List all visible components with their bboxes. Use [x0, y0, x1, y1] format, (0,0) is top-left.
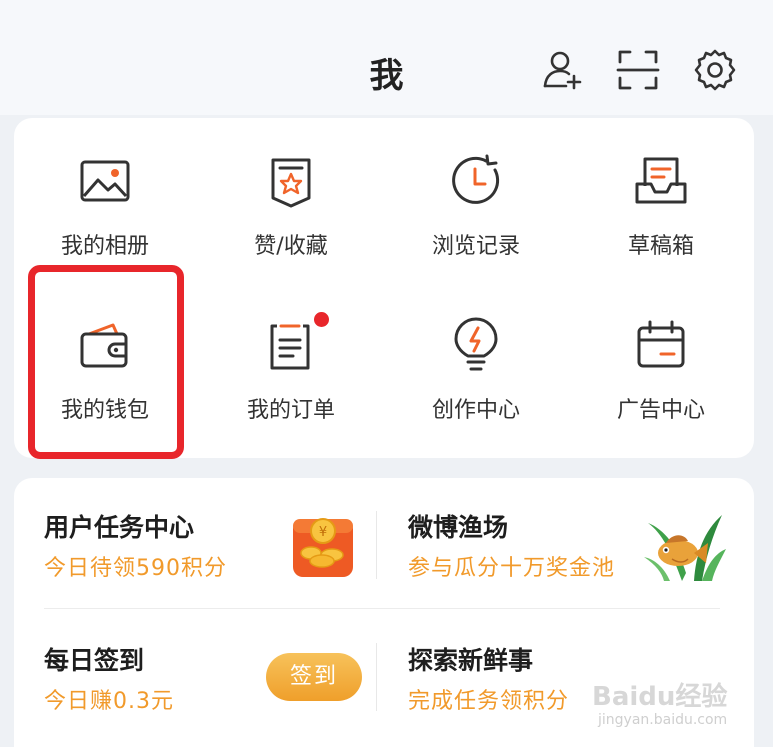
photo-album-icon	[80, 160, 130, 202]
checkin-subtitle: 今日赚0.3元	[44, 689, 174, 714]
drafts-inbox-icon	[635, 157, 687, 204]
sign-in-button[interactable]: 签到	[266, 653, 362, 701]
shortcut-my-orders[interactable]: 我的订单	[198, 316, 384, 424]
notification-dot	[314, 312, 329, 327]
shortcut-label: 我的订单	[246, 398, 335, 423]
shortcut-label: 我的相册	[60, 234, 149, 259]
highlight-box	[28, 265, 184, 459]
scan-icon[interactable]	[616, 48, 660, 92]
shortcut-drafts[interactable]: 草稿箱	[568, 152, 754, 260]
fishing-title[interactable]: 微博渔场	[408, 508, 508, 544]
shortcut-label: 赞/收藏	[254, 234, 328, 259]
fishing-subtitle: 参与瓜分十万奖金池	[408, 556, 616, 581]
task-center-title[interactable]: 用户任务中心	[44, 508, 194, 544]
coin-pouch-icon: ¥	[293, 518, 353, 577]
lightbulb-icon	[454, 317, 498, 371]
shortcut-label: 浏览记录	[431, 234, 520, 259]
like-favorite-icon	[271, 158, 311, 208]
shortcut-browse-history[interactable]: 浏览记录	[383, 152, 569, 260]
watermark-url: jingyan.baidu.com	[598, 712, 728, 728]
shortcut-likes-favorites[interactable]: 赞/收藏	[198, 152, 384, 260]
shortcut-label: 广告中心	[616, 398, 705, 423]
shortcut-my-album[interactable]: 我的相册	[12, 152, 198, 260]
explore-subtitle: 完成任务领积分	[408, 689, 570, 714]
divider	[44, 608, 720, 609]
explore-title[interactable]: 探索新鲜事	[408, 641, 533, 677]
shortcut-label: 草稿箱	[627, 234, 694, 259]
shortcut-creation-center[interactable]: 创作中心	[383, 316, 569, 424]
divider	[376, 511, 377, 579]
history-clock-icon	[452, 154, 500, 204]
shortcut-ad-center[interactable]: 广告中心	[568, 316, 754, 424]
shortcut-label: 创作中心	[431, 398, 520, 423]
orders-icon	[270, 324, 310, 370]
top-bar: 我	[0, 0, 773, 115]
calendar-icon	[637, 320, 685, 368]
watermark-logo: Baidu经验	[592, 682, 728, 712]
add-friend-icon[interactable]	[540, 48, 584, 92]
checkin-title[interactable]: 每日签到	[44, 641, 144, 677]
divider	[376, 643, 377, 711]
settings-gear-icon[interactable]	[693, 48, 737, 92]
svg-text:¥: ¥	[319, 525, 327, 540]
fish-plants-icon	[644, 515, 726, 581]
task-center-subtitle: 今日待领590积分	[44, 556, 227, 581]
